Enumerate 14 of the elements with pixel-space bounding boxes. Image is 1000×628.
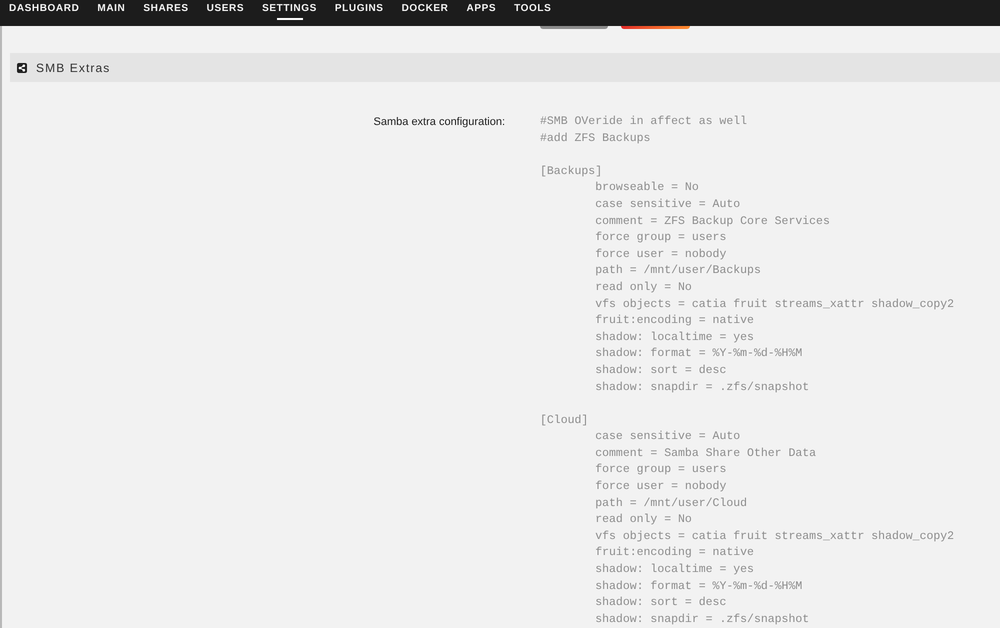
nav-tab[interactable]: PLUGINS (334, 0, 384, 22)
nav-tab[interactable]: DOCKER (402, 0, 448, 22)
nav-tab[interactable]: USERS (206, 0, 244, 22)
section-title: SMB Extras (36, 60, 110, 76)
button-bottom-edge[interactable] (621, 26, 690, 29)
nav-tab[interactable]: APPS (466, 0, 496, 22)
nav-tab[interactable]: DASHBOARD (9, 0, 80, 22)
button-bottom-edge[interactable] (540, 26, 608, 29)
nav-tab[interactable]: MAIN (97, 0, 126, 22)
share-icon (17, 62, 27, 72)
nav-tab[interactable]: SETTINGS (262, 0, 317, 22)
nav-tab[interactable]: TOOLS (514, 0, 552, 22)
nav-tab[interactable]: SHARES (143, 0, 189, 22)
setting-label: Samba extra configuration: (372, 115, 505, 130)
